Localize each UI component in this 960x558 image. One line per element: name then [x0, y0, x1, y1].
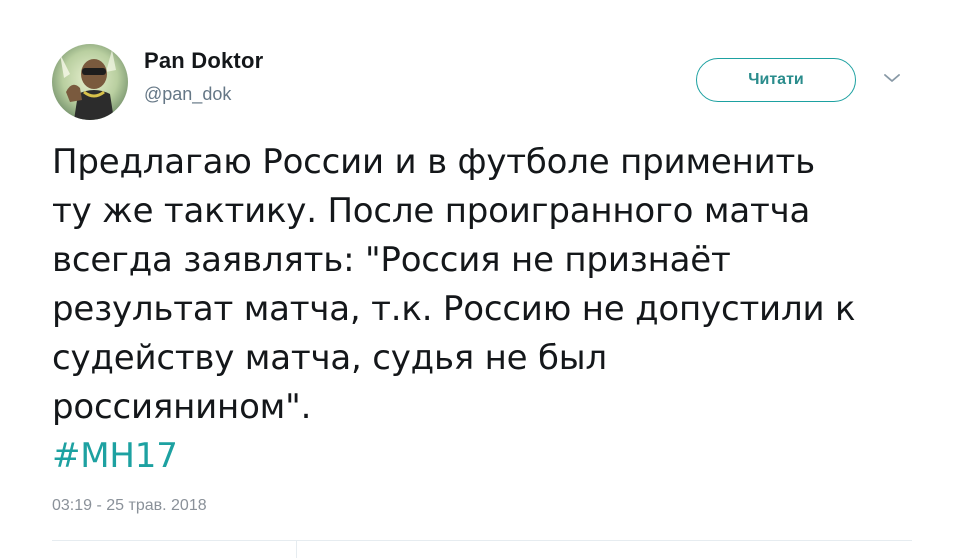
- tweet-card: Pan Doktor @pan_dok Читати Предлагаю Рос…: [0, 0, 960, 558]
- avatar[interactable]: [52, 44, 128, 120]
- divider: [296, 540, 297, 558]
- hashtag-link[interactable]: #MH17: [52, 432, 932, 481]
- chevron-down-icon[interactable]: [880, 66, 904, 90]
- divider: [52, 540, 912, 541]
- tweet-timestamp[interactable]: 03:19 - 25 трав. 2018: [52, 497, 207, 515]
- tweet-text-line: судейству матча, судья не был: [52, 338, 607, 378]
- tweet-text-line: результат матча, т.к. Россию не допустил…: [52, 289, 856, 329]
- tweet-text: Предлагаю России и в футболе применить т…: [52, 138, 932, 481]
- tweet-text-line: ту же тактику. После проигранного матча: [52, 191, 811, 231]
- avatar-image: [52, 44, 128, 120]
- tweet-text-line: Предлагаю России и в футболе применить: [52, 142, 815, 182]
- author-handle[interactable]: @pan_dok: [144, 84, 231, 105]
- tweet-text-line: всегда заявлять: "Россия не признаёт: [52, 240, 731, 280]
- follow-button-label: Читати: [748, 71, 804, 88]
- author-name[interactable]: Pan Doktor: [144, 48, 263, 74]
- follow-button[interactable]: Читати: [696, 58, 856, 102]
- tweet-text-line: россиянином".: [52, 387, 312, 427]
